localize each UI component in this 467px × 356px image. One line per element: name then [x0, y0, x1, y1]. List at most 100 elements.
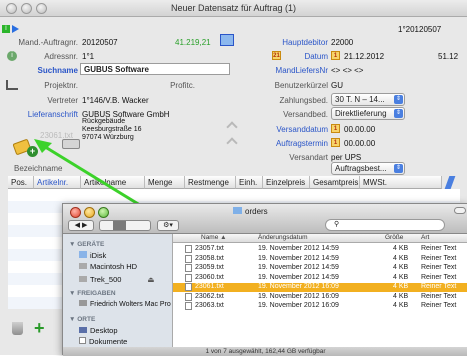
finder-toolbar: ◀ ▶ ⚙▾ orders ⚲ — [63, 204, 467, 234]
sidebar-item-label: Dokumente — [89, 337, 128, 346]
file-kind: Reiner Text — [421, 302, 457, 309]
file-row[interactable]: 23061.txt 19. November 2012 16:09 4 KB Rein… — [173, 283, 467, 292]
file-size: 4 KB — [393, 283, 409, 290]
drive-icon — [79, 276, 87, 282]
file-row[interactable]: 23062.txt 19. November 2012 16:09 4 KB Rein… — [173, 292, 467, 302]
record-indicator-icon: I — [2, 25, 10, 33]
versandbed-select[interactable]: Direktlieferung ⇕ — [331, 107, 405, 120]
versandart-value: per UPS — [331, 153, 362, 162]
add-row-icon[interactable]: + — [34, 319, 45, 337]
sidebar-item-idisk[interactable]: iDisk — [79, 251, 106, 260]
col-date[interactable]: Änderungsdatum — [258, 234, 308, 243]
file-date: 19. November 2012 16:09 — [258, 283, 339, 290]
file-row[interactable]: 23059.txt 19. November 2012 14:59 4 KB Rein… — [173, 264, 467, 273]
date-calendar-icon[interactable]: 21 — [272, 51, 281, 61]
finder-minimize-button[interactable] — [84, 207, 95, 218]
hauptdebitor-label: Hauptdebitor — [282, 38, 328, 47]
idisk-icon — [79, 251, 87, 258]
back-forward-button[interactable]: ◀ ▶ — [68, 220, 94, 231]
trash-icon[interactable] — [12, 322, 23, 335]
file-date: 19. November 2012 14:59 — [258, 254, 339, 262]
finder-search-input[interactable]: ⚲ — [325, 219, 445, 231]
file-date: 19. November 2012 14:59 — [258, 273, 339, 281]
benutzerkuerzel-label: Benutzerkürzel — [274, 81, 328, 90]
gear-icon[interactable]: ⚙▾ — [157, 220, 179, 231]
file-kind: Reiner Text — [421, 283, 457, 290]
computer-icon — [79, 300, 87, 306]
text-file-icon — [185, 292, 192, 301]
auftragsbest-select[interactable]: Auftragsbest... ⇕ — [331, 162, 405, 175]
toolbar-toggle-button[interactable] — [454, 207, 466, 214]
pencil-icon[interactable] — [444, 176, 456, 189]
sidebar-item-macintosh-hd[interactable]: Macintosh HD — [79, 262, 137, 271]
folder-icon — [233, 207, 242, 214]
finder-zoom-button[interactable] — [98, 207, 109, 218]
sidebar-item-label: Desktop — [90, 326, 118, 335]
window-title: Neuer Datensatz für Auftrag (1) — [170, 3, 297, 13]
col-size[interactable]: Größe — [385, 234, 403, 243]
versanddatum-label: Versanddatum — [276, 125, 328, 134]
sidebar-item-label: Trek_500 — [90, 275, 122, 284]
file-icon-wrapper — [185, 292, 195, 301]
eject-icon[interactable]: ⏏ — [147, 275, 154, 284]
col-name[interactable]: Name ▲ — [201, 234, 227, 243]
finder-file-list: Name ▲ Änderungsdatum Größe Art 23057.tx… — [173, 234, 467, 347]
chart-icon[interactable] — [220, 34, 234, 46]
file-row[interactable]: 23063.txt 19. November 2012 16:09 4 KB Rein… — [173, 302, 467, 311]
text-file-icon — [185, 273, 192, 282]
profitc-label: Profitc. — [170, 81, 195, 90]
sidebar-item-dokumente[interactable]: Dokumente — [79, 337, 127, 346]
sidebar-item-shared-mac[interactable]: Friedrich Wolters Mac Pro — [79, 300, 171, 308]
file-kind: Reiner Text — [421, 254, 457, 262]
file-name: 23059.txt — [195, 264, 224, 271]
hard-disk-icon — [79, 263, 87, 269]
text-file-icon — [185, 283, 192, 291]
text-file-icon — [185, 302, 192, 310]
title-bar: Neuer Datensatz für Auftrag (1) — [0, 0, 467, 17]
select-arrows-icon: ⇕ — [394, 164, 403, 173]
play-arrow-icon[interactable] — [12, 25, 19, 33]
sidebar-item-label: Macintosh HD — [90, 262, 138, 271]
text-file-icon — [185, 245, 192, 253]
lieferanschrift-line-2: Rückgebäude — [82, 118, 126, 125]
versandbed-label: Versandbed. — [283, 110, 328, 119]
drag-handle-icon[interactable] — [226, 121, 238, 133]
file-row[interactable]: 23057.txt 19. November 2012 14:59 4 KB Rein… — [173, 245, 467, 254]
text-file-icon — [185, 254, 192, 263]
col-mwst[interactable]: MWSt. — [360, 176, 442, 189]
list-view-icon[interactable] — [113, 221, 126, 230]
col-gesamtpreis[interactable]: Gesamtpreis — [310, 176, 360, 189]
file-name: 23063.txt — [195, 302, 224, 309]
project-icon[interactable] — [6, 80, 18, 90]
sidebar-header-devices: ▼ GERÄTE — [69, 241, 105, 248]
adressnr-label: Adressnr. — [44, 52, 78, 61]
lieferanschrift-line-3: Keesburgstraße 16 — [82, 126, 142, 133]
sidebar-item-desktop[interactable]: Desktop — [79, 326, 118, 335]
suchname-label: Suchname — [37, 66, 78, 75]
documents-icon — [79, 337, 86, 344]
zahlungsbed-label: Zahlungsbed. — [279, 96, 328, 105]
col-kind[interactable]: Art — [421, 234, 429, 243]
file-row[interactable]: 23060.txt 19. November 2012 14:59 4 KB Rein… — [173, 273, 467, 283]
versanddatum-value[interactable]: 00.00.00 — [344, 125, 375, 134]
auftragstermin-calendar-icon[interactable]: 1 — [331, 138, 340, 148]
datum-calendar-icon[interactable]: 1 — [331, 51, 340, 61]
finder-close-button[interactable] — [70, 207, 81, 218]
file-date: 19. November 2012 14:59 — [258, 245, 339, 252]
col-einzelpreis[interactable]: Einzelpreis — [263, 176, 310, 189]
versanddatum-calendar-icon[interactable]: 1 — [331, 124, 340, 134]
zahlungsbed-value: 30 T. N – 14... — [335, 95, 385, 104]
datum-value[interactable]: 21.12.2012 — [344, 52, 384, 61]
finder-sidebar: ▼ GERÄTE iDisk Macintosh HD Trek_500 ⏏ ▼ … — [63, 234, 173, 347]
suchname-input[interactable]: GUBUS Software — [80, 63, 230, 75]
file-size: 4 KB — [393, 273, 409, 281]
zahlungsbed-select[interactable]: 30 T. N – 14... ⇕ — [331, 93, 405, 106]
info-icon[interactable]: i — [7, 51, 17, 61]
file-icon-wrapper — [185, 245, 195, 253]
sidebar-item-label: iDisk — [90, 251, 107, 260]
file-row[interactable]: 23058.txt 19. November 2012 14:59 4 KB Rein… — [173, 254, 467, 264]
auftragstermin-value[interactable]: 00.00.00 — [344, 139, 375, 148]
view-mode-switcher[interactable] — [99, 220, 151, 231]
sidebar-item-trek[interactable]: Trek_500 ⏏ — [79, 275, 155, 284]
file-size: 4 KB — [393, 302, 409, 309]
